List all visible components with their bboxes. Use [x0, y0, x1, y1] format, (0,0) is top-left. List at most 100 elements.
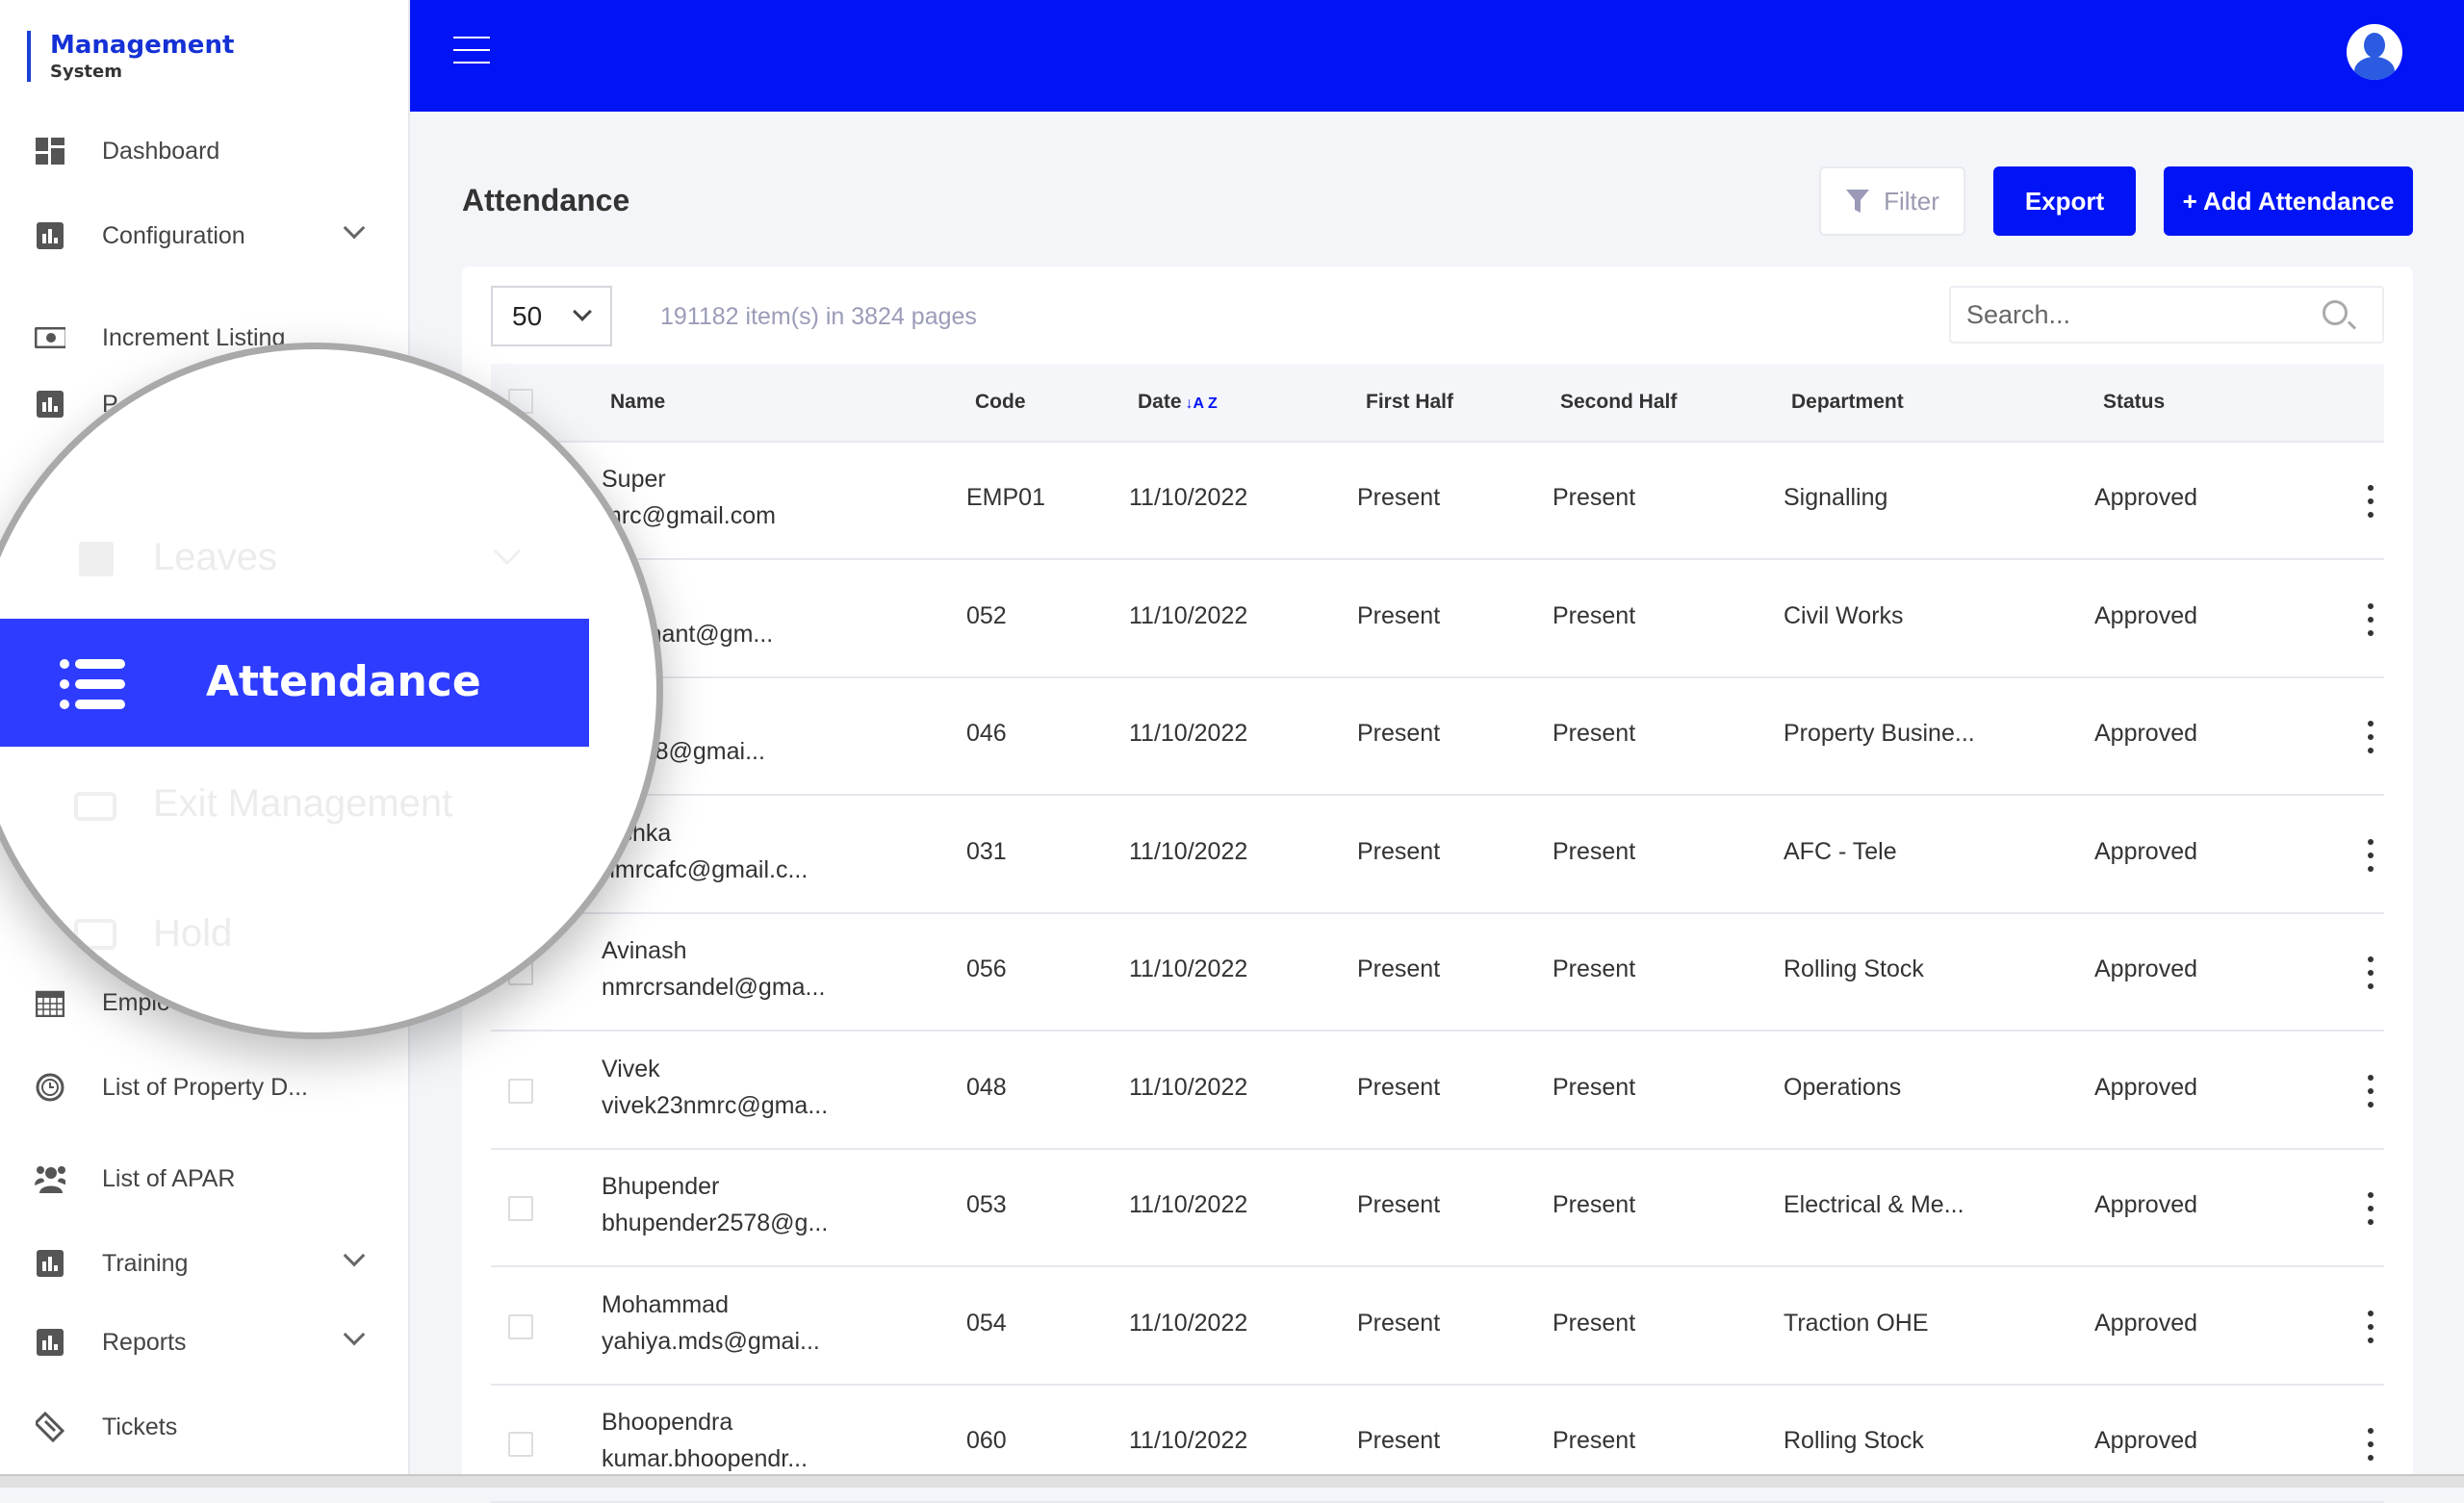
row-checkbox[interactable]: [508, 1432, 533, 1457]
col-status[interactable]: Status: [2103, 391, 2165, 414]
page-size-select[interactable]: 50: [491, 286, 612, 346]
more-options-icon[interactable]: [2368, 838, 2374, 872]
attendance-date: 11/10/2022: [1129, 1427, 1248, 1454]
chevron-down-icon[interactable]: [343, 1244, 366, 1267]
department: Civil Works: [1784, 601, 1904, 629]
employee-code: 054: [966, 1309, 1007, 1337]
search-icon[interactable]: [2323, 300, 2348, 325]
employee-email: mrc@gmail.com: [602, 502, 776, 529]
employee-email: yahiya.mds@gmai...: [602, 1327, 820, 1355]
sidebar-item-list-of-apar[interactable]: List of APAR: [0, 1150, 410, 1208]
table-row[interactable]: Mohammad yahiya.mds@gmai... 054 11/10/2022 P…: [491, 1268, 2384, 1386]
sidebar-item-attendance[interactable]: Attendance: [0, 619, 589, 747]
more-options-icon[interactable]: [2368, 1074, 2374, 1108]
sidebar-item-hold[interactable]: Hold: [153, 912, 232, 955]
employee-name: Super: [602, 466, 666, 493]
approval-status: Approved: [2094, 1073, 2198, 1101]
table-row[interactable]: Avinash nmrcrsandel@gma... 056 11/10/2022 Pr…: [491, 914, 2384, 1032]
chevron-down-icon: [493, 537, 522, 566]
filter-icon: [1846, 190, 1870, 213]
employee-code: 053: [966, 1191, 1007, 1218]
table-row[interactable]: Super mrc@gmail.com EMP01 11/10/2022 Present…: [491, 443, 2384, 560]
chevron-down-icon[interactable]: [343, 217, 366, 240]
filter-button[interactable]: Filter: [1819, 166, 1965, 236]
employee-code: 060: [966, 1427, 1007, 1454]
sort-icon[interactable]: ↓A Z: [1186, 395, 1218, 412]
first-half-status: Present: [1357, 1309, 1441, 1337]
first-half-status: Present: [1357, 720, 1441, 747]
more-options-icon[interactable]: [2368, 1192, 2374, 1225]
sidebar-item-configuration[interactable]: Configuration: [0, 207, 410, 265]
first-half-status: Present: [1357, 1073, 1441, 1101]
second-half-status: Present: [1553, 955, 1636, 982]
more-options-icon[interactable]: [2368, 485, 2374, 518]
table-row[interactable]: Vivek vivek23nmrc@gma... 048 11/10/2022 Pres…: [491, 1032, 2384, 1150]
more-options-icon[interactable]: [2368, 602, 2374, 636]
approval-status: Approved: [2094, 1191, 2198, 1218]
table-row[interactable]: 26978@gmai... 046 11/10/2022 Present Present…: [491, 678, 2384, 796]
sidebar-item-tickets[interactable]: Tickets: [0, 1398, 410, 1456]
first-half-status: Present: [1357, 955, 1441, 982]
department: Signalling: [1784, 484, 1888, 511]
sidebar-item-training[interactable]: Training: [0, 1235, 410, 1292]
attendance-date: 11/10/2022: [1129, 955, 1248, 982]
money-icon: [35, 322, 65, 353]
sidebar-item-reports[interactable]: Reports: [0, 1313, 410, 1371]
user-avatar[interactable]: [2347, 24, 2402, 80]
menu-toggle-icon[interactable]: [453, 37, 490, 64]
table-row[interactable]: hantprashant@gm...05211/10/2022PresentPr…: [491, 561, 2384, 678]
approval-status: Approved: [2094, 955, 2198, 982]
bar-chart-icon: [35, 1327, 65, 1358]
brand-logo[interactable]: Management System: [27, 31, 234, 82]
first-half-status: Present: [1357, 601, 1441, 629]
leaves-icon: [79, 542, 114, 576]
second-half-status: Present: [1553, 601, 1636, 629]
approval-status: Approved: [2094, 1427, 2198, 1454]
employee-code: 046: [966, 720, 1007, 747]
row-checkbox[interactable]: [508, 1196, 533, 1221]
department: Rolling Stock: [1784, 1427, 1924, 1454]
col-date[interactable]: Date ↓A Z: [1138, 391, 1218, 414]
page-title: Attendance: [462, 183, 630, 217]
col-name[interactable]: Name: [610, 391, 665, 414]
sidebar-item-dashboard[interactable]: Dashboard: [0, 122, 410, 180]
department: Traction OHE: [1784, 1309, 1929, 1337]
row-checkbox[interactable]: [508, 1078, 533, 1104]
row-checkbox[interactable]: [508, 1313, 533, 1339]
department: Property Busine...: [1784, 720, 1975, 747]
first-half-status: Present: [1357, 484, 1441, 511]
col-code[interactable]: Code: [975, 391, 1026, 414]
more-options-icon[interactable]: [2368, 721, 2374, 753]
col-second-half[interactable]: Second Half: [1560, 391, 1677, 414]
bar-chart-icon: [35, 389, 65, 420]
sidebar-item-leaves[interactable]: Leaves: [153, 536, 277, 579]
col-department[interactable]: Department: [1791, 391, 1904, 414]
add-attendance-button[interactable]: + Add Attendance: [2164, 166, 2413, 236]
export-button[interactable]: Export: [1993, 166, 2136, 236]
more-options-icon[interactable]: [2368, 1428, 2374, 1461]
employee-name: Mohammad: [602, 1290, 729, 1318]
list-icon: [60, 659, 127, 709]
second-half-status: Present: [1553, 1427, 1636, 1454]
table-row[interactable]: nishka nmrcafc@gmail.c... 031 11/10/2022 Pre…: [491, 797, 2384, 914]
approval-status: Approved: [2094, 601, 2198, 629]
department: AFC - Tele: [1784, 837, 1897, 865]
col-first-half[interactable]: First Half: [1366, 391, 1453, 414]
approval-status: Approved: [2094, 484, 2198, 511]
search-input[interactable]: Search...: [1949, 286, 2384, 344]
department: Electrical & Me...: [1784, 1191, 1964, 1218]
more-options-icon[interactable]: [2368, 956, 2374, 989]
second-half-status: Present: [1553, 1309, 1636, 1337]
sidebar-item-exit-management[interactable]: Exit Management: [153, 782, 452, 826]
table-row[interactable]: Bhupender bhupender2578@g... 053 11/10/2022…: [491, 1150, 2384, 1267]
employee-code: 031: [966, 837, 1007, 865]
second-half-status: Present: [1553, 484, 1636, 511]
bar-chart-icon: [35, 1248, 65, 1279]
sidebar-item-list-of-property-d[interactable]: List of Property D...: [0, 1058, 410, 1116]
more-options-icon[interactable]: [2368, 1310, 2374, 1343]
approval-status: Approved: [2094, 720, 2198, 747]
attendance-date: 11/10/2022: [1129, 837, 1248, 865]
chevron-down-icon[interactable]: [343, 1323, 366, 1346]
employee-email: kumar.bhoopendr...: [602, 1445, 808, 1472]
first-half-status: Present: [1357, 837, 1441, 865]
